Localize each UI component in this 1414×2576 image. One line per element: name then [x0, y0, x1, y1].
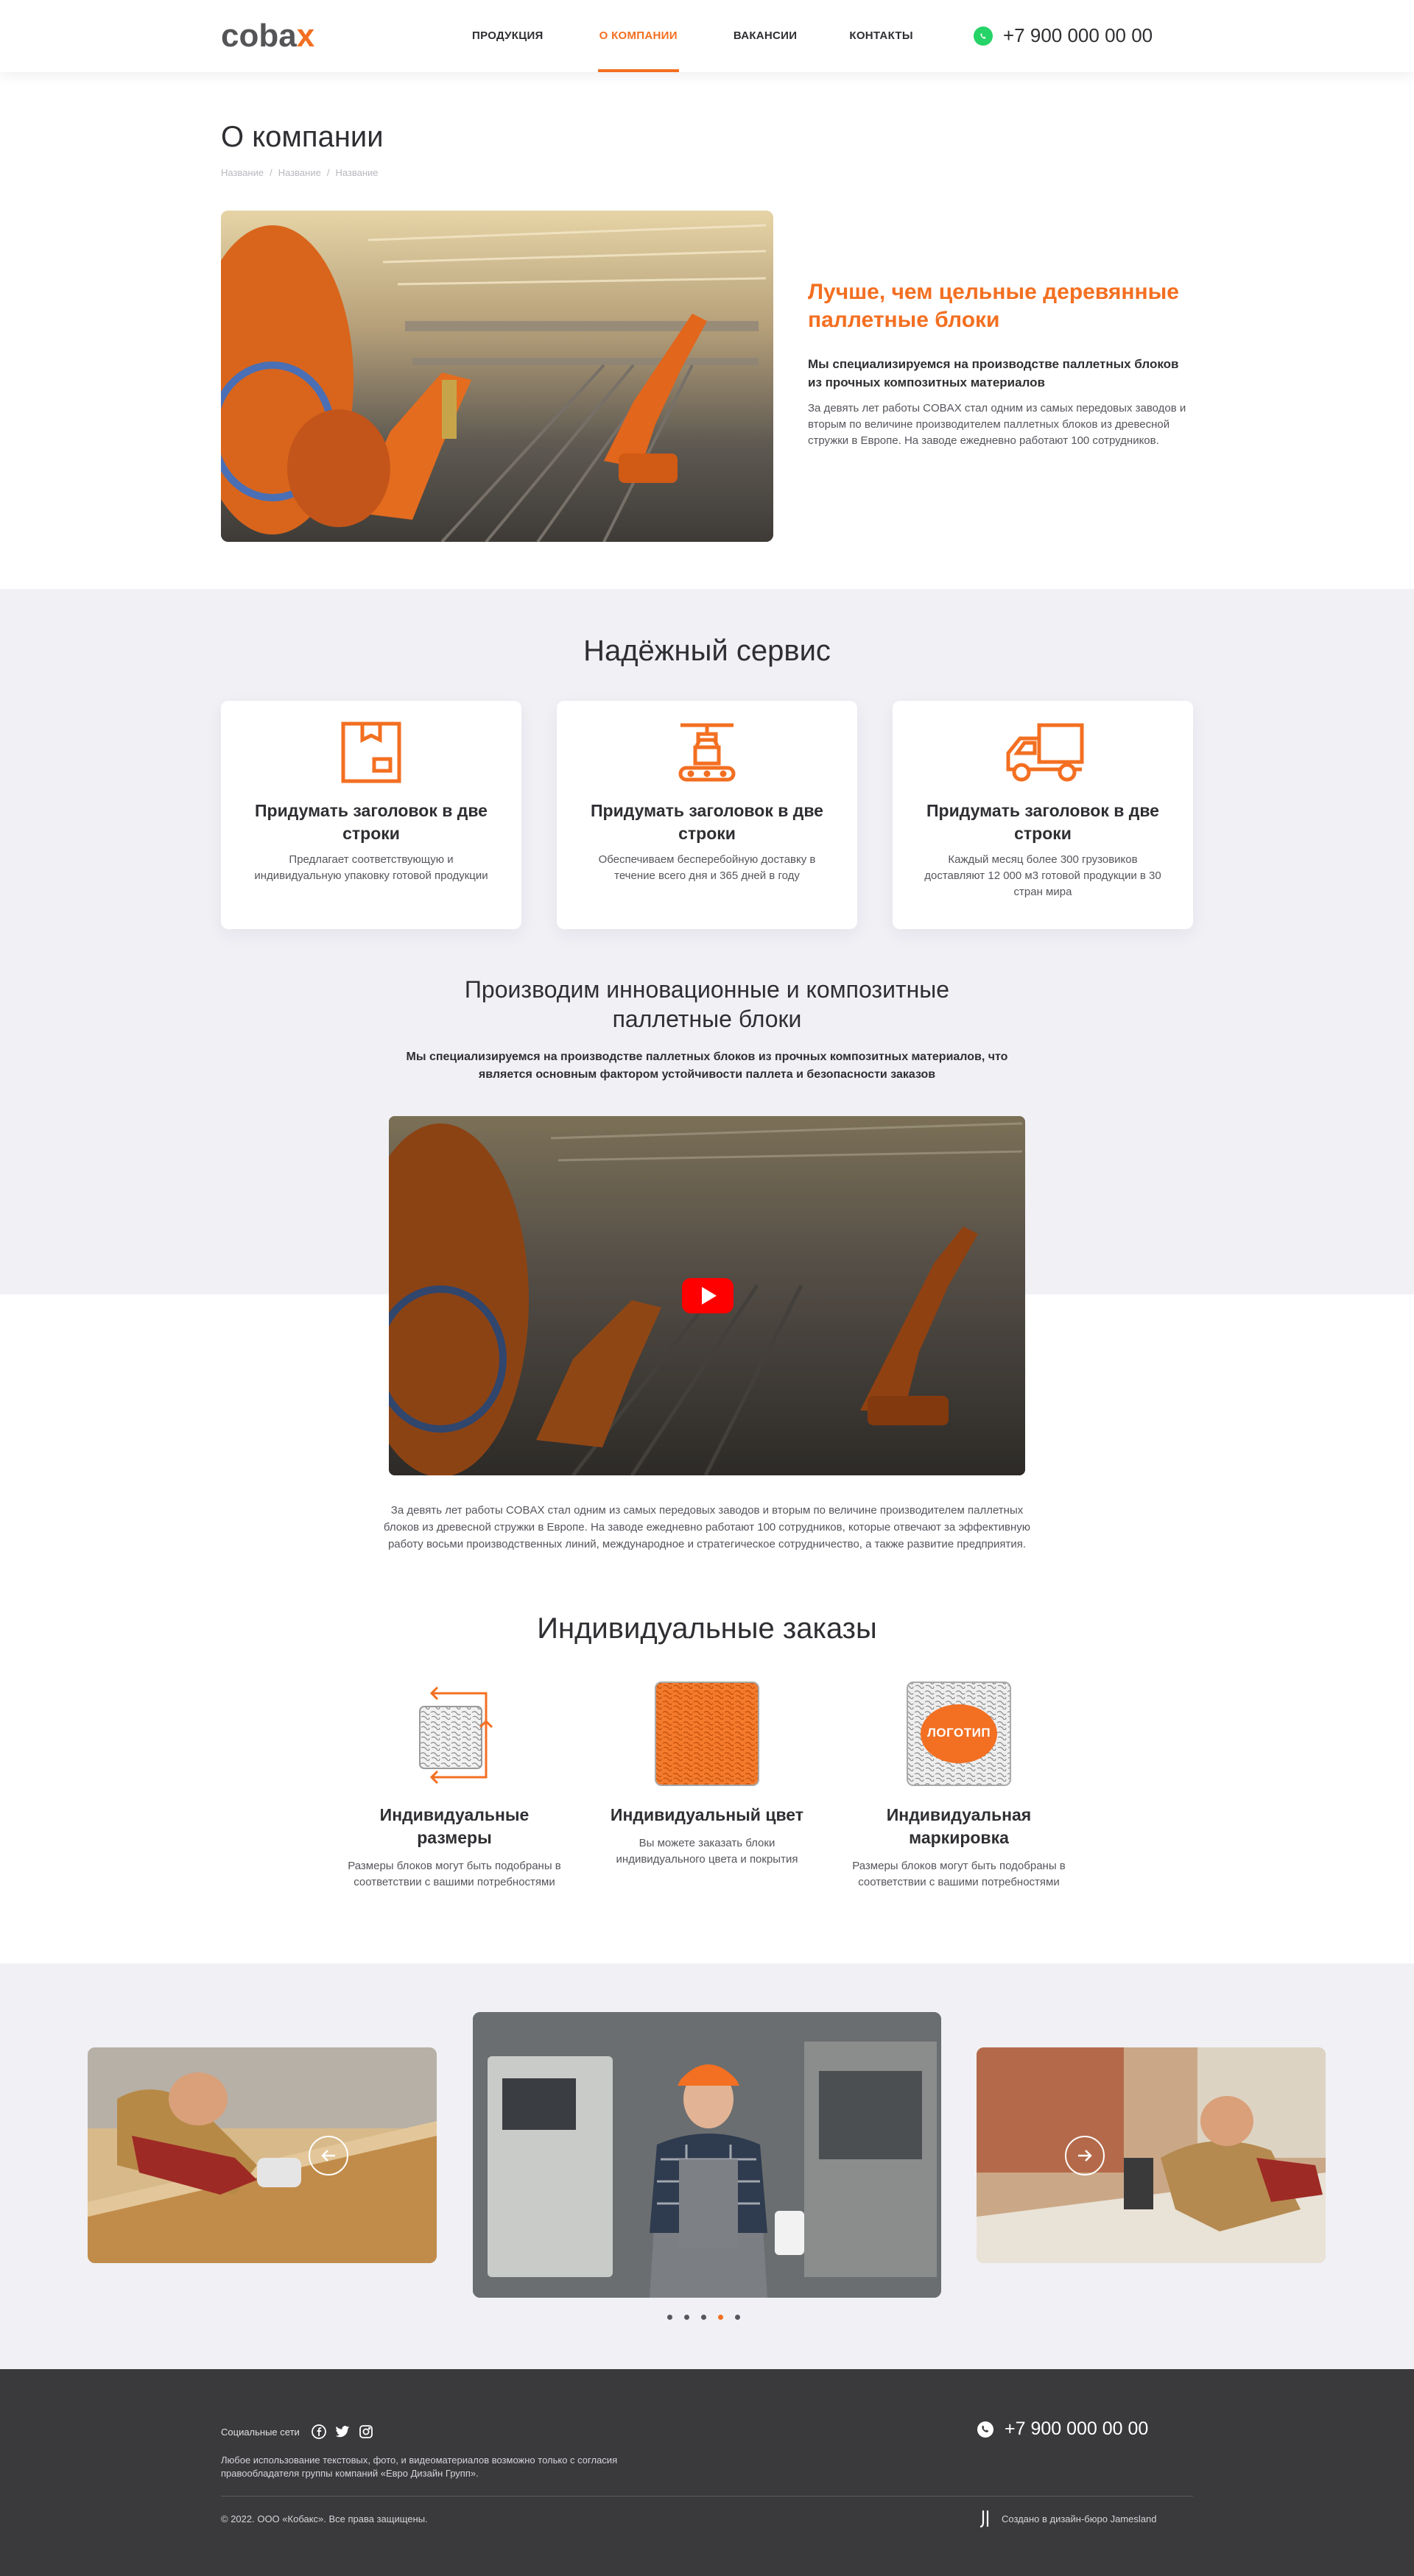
- made-by[interactable]: Создано в дизайн-бюро Jamesland: [979, 2509, 1156, 2528]
- service-card: Придумать заголовок в две строки Каждый …: [893, 701, 1193, 929]
- logo-badge: ЛОГОТИП: [926, 1726, 991, 1740]
- box-icon: [221, 721, 521, 787]
- service-card-text: Каждый месяц более 300 грузовиков достав…: [924, 853, 1161, 898]
- logo-text: coba: [221, 18, 297, 54]
- gallery-slide-next[interactable]: [977, 2047, 1326, 2263]
- header-phone[interactable]: +7 900 000 00 00: [974, 24, 1153, 47]
- breadcrumb-separator: /: [270, 167, 272, 178]
- order-title: Индивидуальный цвет: [610, 1805, 804, 1824]
- site-footer: Социальные сети +7 900 000 00 00 Любое и…: [0, 2369, 1414, 2576]
- order-text: Вы можете заказать блоки индивидуального…: [616, 1837, 798, 1866]
- service-card-title: Придумать заголовок в две строки: [591, 801, 823, 843]
- carousel-dot[interactable]: [684, 2315, 689, 2320]
- conveyor-icon: [557, 721, 857, 787]
- truck-icon: [893, 721, 1193, 787]
- breadcrumb-separator: /: [326, 167, 330, 178]
- breadcrumb-item[interactable]: Название: [221, 167, 264, 178]
- facebook-icon[interactable]: [311, 2424, 326, 2439]
- carousel-dot[interactable]: [735, 2315, 740, 2320]
- arrow-right-icon[interactable]: [1065, 2136, 1105, 2176]
- factory-robots-photo: [221, 211, 773, 542]
- youtube-play-icon[interactable]: [682, 1278, 734, 1313]
- order-title: Индивидуальная маркировка: [886, 1805, 1032, 1847]
- hero-heading: Лучше, чем цельные деревянные паллетные …: [808, 280, 1179, 332]
- logo-accent: x: [296, 18, 315, 54]
- social-links: Социальные сети: [221, 2424, 373, 2439]
- breadcrumb-item[interactable]: Название: [278, 167, 321, 178]
- arrow-left-icon[interactable]: [309, 2136, 348, 2176]
- custom-marking-icon: ЛОГОТИП: [904, 1679, 1014, 1789]
- order-item: Индивидуальные размеры Размеры блоков мо…: [344, 1679, 565, 1891]
- hero-description: За девять лет работы COBAX стал одним из…: [808, 402, 1186, 447]
- twitter-icon[interactable]: [335, 2424, 350, 2439]
- custom-size-icon: [399, 1679, 510, 1789]
- nav-item-about[interactable]: О компании: [597, 0, 679, 72]
- service-card-text: Предлагает соответствующую и индивидуаль…: [254, 853, 488, 882]
- nav-item-products[interactable]: Продукция: [472, 0, 544, 72]
- service-card-text: Обеспечиваем бесперебойную доставку в те…: [598, 853, 816, 882]
- order-item: ЛОГОТИП Индивидуальная маркировка Размер…: [848, 1679, 1069, 1891]
- jamesland-logo-icon: [979, 2509, 991, 2528]
- site-header: coba x Продукция О компании Вакансии Конт…: [0, 0, 1414, 72]
- main-nav: Продукция О компании Вакансии Контакты: [472, 0, 913, 72]
- instagram-icon[interactable]: [359, 2424, 373, 2439]
- carousel-dot[interactable]: [701, 2315, 706, 2320]
- gallery-slide-prev[interactable]: [88, 2047, 437, 2263]
- footer-legal-note: Любое использование текстовых, фото, и в…: [221, 2455, 618, 2479]
- service-card: Придумать заголовок в две строки Обеспеч…: [557, 701, 857, 929]
- video-player[interactable]: [389, 1116, 1025, 1475]
- service-card-title: Придумать заголовок в две строки: [255, 801, 488, 843]
- carousel-dots: [667, 2315, 752, 2320]
- carousel-dot[interactable]: [667, 2315, 672, 2320]
- whatsapp-icon: [974, 26, 993, 46]
- whatsapp-icon: [977, 2421, 994, 2438]
- orders-title: Индивидуальные заказы: [537, 1612, 877, 1645]
- copyright: © 2022. ООО «Кобакс». Все права защищены…: [221, 2513, 428, 2524]
- service-title: Надёжный сервис: [583, 635, 831, 667]
- logo[interactable]: coba x: [221, 18, 315, 54]
- order-title: Индивидуальные размеры: [379, 1805, 530, 1847]
- innovation-title: Производим инновационные и композитные п…: [464, 976, 950, 1032]
- header-phone-number: +7 900 000 00 00: [1003, 24, 1153, 46]
- nav-item-vacancies[interactable]: Вакансии: [734, 0, 798, 72]
- page-title: О компании: [221, 121, 384, 153]
- made-by-text: Создано в дизайн-бюро Jamesland: [1002, 2513, 1157, 2524]
- innovation-subtitle: Мы специализируемся на производстве палл…: [406, 1051, 1008, 1081]
- service-card-title: Придумать заголовок в две строки: [926, 801, 1159, 843]
- gallery-slide-active[interactable]: [473, 2012, 941, 2298]
- breadcrumb-item: Название: [335, 167, 379, 178]
- hero-text-block: Лучше, чем цельные деревянные паллетные …: [808, 278, 1195, 449]
- breadcrumb: Название / Название / Название: [221, 167, 379, 178]
- custom-color-icon: [652, 1679, 762, 1789]
- social-label: Социальные сети: [221, 2426, 300, 2438]
- order-item: Индивидуальный цвет Вы можете заказать б…: [597, 1679, 817, 1868]
- footer-phone-number: +7 900 000 00 00: [1005, 2418, 1149, 2439]
- service-card: Придумать заголовок в две строки Предлаг…: [221, 701, 521, 929]
- footer-phone[interactable]: +7 900 000 00 00: [977, 2418, 1148, 2440]
- carousel-dot-active[interactable]: [718, 2315, 723, 2320]
- order-text: Размеры блоков могут быть подобраны в со…: [348, 1860, 561, 1888]
- nav-item-contacts[interactable]: Контакты: [849, 0, 912, 72]
- innovation-text: За девять лет работы COBAX стал одним из…: [383, 1504, 1031, 1550]
- hero-lead: Мы специализируемся на производстве палл…: [808, 357, 1179, 389]
- order-text: Размеры блоков могут быть подобраны в со…: [852, 1860, 1066, 1888]
